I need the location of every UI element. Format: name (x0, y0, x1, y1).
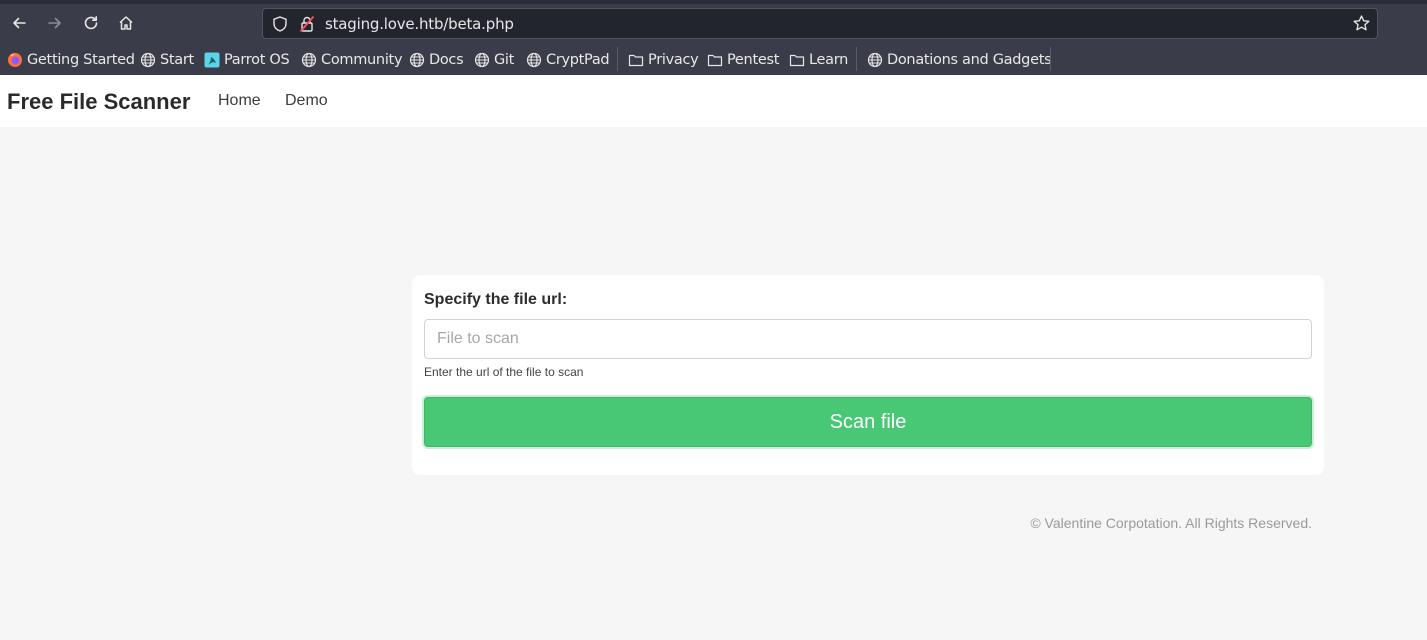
bookmark-docs[interactable]: Docs (409, 50, 464, 70)
bookmark-label: Start (160, 52, 194, 68)
bookmark-cryptpad[interactable]: CryptPad (526, 50, 610, 70)
back-arrow-icon (13, 17, 26, 29)
globe-icon (140, 52, 156, 68)
address-bar[interactable]: staging.love.htb/beta.php (262, 8, 1378, 39)
scan-file-button[interactable]: Scan file (424, 397, 1312, 447)
globe-icon (409, 52, 425, 68)
folder-icon (628, 54, 644, 67)
chrome-top-edge (0, 0, 1427, 4)
bookmark-folder-pentest[interactable]: Pentest (707, 50, 779, 70)
footer-copyright: © Valentine Corpotation. All Rights Rese… (1030, 515, 1312, 531)
insecure-lock-icon[interactable] (299, 15, 315, 33)
bookmark-separator (1050, 47, 1051, 71)
reload-button[interactable] (78, 10, 104, 36)
folder-icon (789, 54, 805, 67)
home-button[interactable] (113, 10, 139, 36)
bookmark-label: Learn (809, 52, 849, 68)
bookmark-label: Community (321, 52, 403, 68)
shield-icon[interactable] (271, 15, 289, 33)
file-url-help-text: Enter the url of the file to scan (424, 365, 584, 379)
file-url-input[interactable] (424, 319, 1312, 359)
bookmark-git[interactable]: Git (474, 50, 514, 70)
bookmark-donations-and-gadgets[interactable]: Donations and Gadgets (867, 50, 1052, 70)
forward-button[interactable] (42, 10, 68, 36)
site-brand[interactable]: Free File Scanner (7, 89, 190, 115)
bookmark-community[interactable]: Community (301, 50, 403, 70)
bookmark-label: CryptPad (546, 52, 610, 68)
bookmark-separator (856, 47, 857, 71)
bookmark-start[interactable]: Start (140, 50, 194, 70)
file-url-label: Specify the file url: (424, 291, 568, 308)
scan-form-card: Specify the file url: Enter the url of t… (412, 275, 1324, 475)
bookmark-label: Pentest (727, 52, 780, 68)
firefox-icon (8, 53, 22, 67)
bookmark-label: Donations and Gadgets (887, 52, 1052, 68)
parrot-icon (204, 52, 220, 68)
bookmark-parrot-os[interactable]: Parrot OS (204, 50, 290, 70)
bookmark-label: Parrot OS (224, 52, 290, 68)
bookmark-star-icon[interactable] (1352, 14, 1371, 33)
globe-icon (301, 52, 317, 68)
bookmark-getting-started[interactable]: Getting Started (7, 50, 135, 70)
bookmark-folder-privacy[interactable]: Privacy (628, 50, 699, 70)
globe-icon (474, 52, 490, 68)
url-text[interactable]: staging.love.htb/beta.php (325, 15, 514, 33)
bookmarks-toolbar: Getting Started Start Parrot OS Communit… (0, 44, 1427, 74)
bookmark-label: Privacy (648, 52, 699, 68)
globe-icon (867, 52, 883, 68)
nav-link-home[interactable]: Home (218, 92, 261, 110)
site-navbar: Free File Scanner Home Demo (0, 75, 1427, 127)
bookmark-label: Git (494, 52, 515, 68)
bookmark-separator (617, 47, 618, 71)
bookmark-label: Docs (429, 52, 464, 68)
forward-arrow-icon (48, 17, 61, 29)
home-icon (119, 16, 133, 30)
bookmark-label: Getting Started (27, 52, 135, 68)
back-button[interactable] (6, 10, 32, 36)
bookmark-folder-learn[interactable]: Learn (789, 50, 848, 70)
folder-icon (707, 54, 723, 67)
reload-icon (84, 16, 98, 30)
nav-link-demo[interactable]: Demo (285, 92, 328, 110)
globe-icon (526, 52, 542, 68)
